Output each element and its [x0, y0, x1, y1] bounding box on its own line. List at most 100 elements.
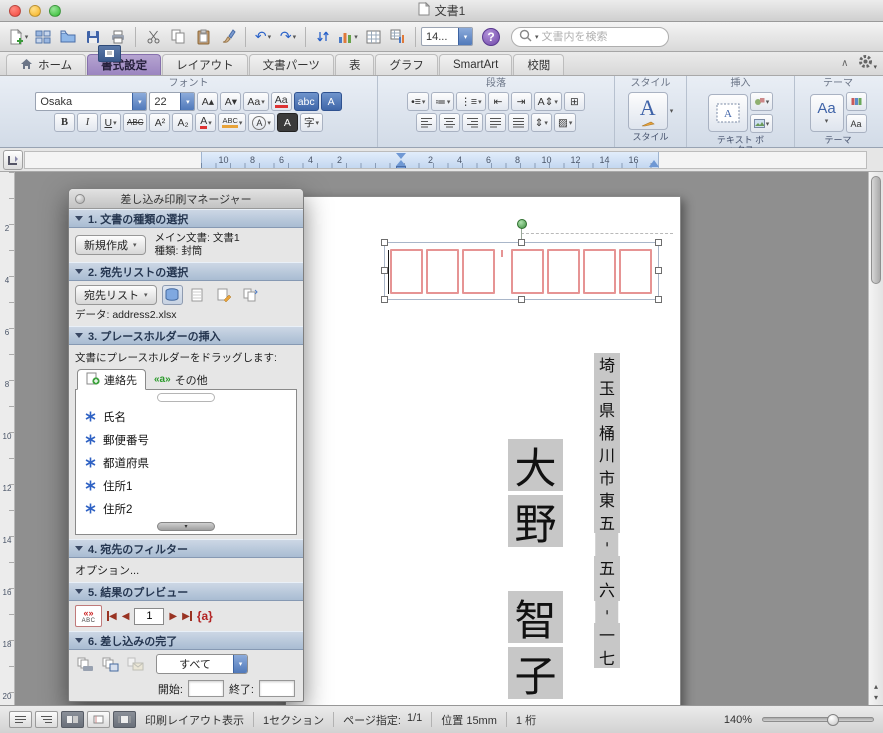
close-window-button[interactable]	[9, 5, 21, 17]
character-spacing-button[interactable]: A⇕▾	[534, 92, 562, 111]
collapse-ribbon-button[interactable]: ∧	[841, 58, 848, 69]
ribbon-settings-button[interactable]: ▾	[858, 54, 877, 72]
reverse-text-button[interactable]: A	[277, 113, 298, 132]
first-record-button[interactable]: ◀	[107, 611, 117, 622]
section-5-header[interactable]: 5. 結果のプレビュー	[69, 582, 303, 601]
postal-digit-box[interactable]	[583, 249, 616, 294]
open-button[interactable]	[56, 24, 80, 50]
scrollbar-thumb[interactable]	[871, 176, 881, 284]
publishing-layout-view-button[interactable]	[61, 711, 84, 728]
tab-home[interactable]: ホーム	[6, 54, 86, 75]
justify-button[interactable]	[485, 113, 506, 132]
table-button[interactable]	[361, 24, 385, 50]
recipient-name-merge-field[interactable]: 大野智子	[508, 439, 563, 703]
multilevel-list-button[interactable]: ⋮≡▾	[456, 92, 485, 111]
bold-button[interactable]: B	[54, 113, 75, 132]
postal-digit-box[interactable]	[619, 249, 652, 294]
enclose-circle-button[interactable]: A▾	[248, 113, 275, 132]
postal-digit-box[interactable]	[426, 249, 459, 294]
align-right-button[interactable]	[462, 113, 483, 132]
subscript-button[interactable]: A₂	[172, 113, 193, 132]
resize-handle-n[interactable]	[518, 239, 525, 246]
zoom-slider[interactable]	[762, 717, 874, 722]
record-number-input[interactable]	[134, 608, 164, 625]
field-codes-toggle[interactable]: {a}	[197, 609, 213, 623]
last-record-button[interactable]: ▶	[182, 611, 192, 622]
postal-digit-box[interactable]	[390, 249, 423, 294]
text-box-button[interactable]: A	[708, 94, 748, 132]
merge-end-input[interactable]	[259, 680, 295, 697]
paste-button[interactable]	[191, 24, 215, 50]
postal-digit-box[interactable]	[547, 249, 580, 294]
styles-button[interactable]: A	[628, 92, 668, 130]
decrease-indent-button[interactable]: ⇤	[488, 92, 509, 111]
highlight-color-button[interactable]: ABC▾	[218, 113, 246, 132]
document-area[interactable]: 埼玉県桶川市東五-五六-一七 大野智子 差し込み印刷マネージャー 1. 文書の種…	[15, 172, 868, 705]
insert-shape-button[interactable]: ▾	[750, 92, 774, 111]
tab-layout[interactable]: レイアウト	[162, 54, 248, 75]
resize-handle-sw[interactable]	[381, 296, 388, 303]
resize-handle-ne[interactable]	[655, 239, 662, 246]
section-2-header[interactable]: 2. 宛先リストの選択	[69, 262, 303, 281]
scroll-up-pill[interactable]	[157, 393, 215, 402]
redo-button[interactable]: ↷▾	[276, 24, 300, 50]
underline-button[interactable]: U▾	[100, 113, 121, 132]
previous-record-button[interactable]: ◀	[122, 611, 130, 622]
remove-duplicates-button[interactable]	[240, 285, 261, 305]
format-painter-button[interactable]	[216, 24, 240, 50]
vertical-scrollbar[interactable]: ▴ ▾	[868, 172, 883, 705]
notebook-layout-view-button[interactable]	[87, 711, 110, 728]
postal-digit-box[interactable]	[462, 249, 495, 294]
help-button[interactable]: ?	[482, 28, 500, 46]
merge-start-input[interactable]	[188, 680, 224, 697]
bullets-button[interactable]: •≡▾	[407, 92, 429, 111]
clear-formatting-button[interactable]: Aa	[271, 92, 292, 111]
new-document-button[interactable]: ▾	[6, 24, 30, 50]
strikethrough-button[interactable]: ABC	[123, 113, 147, 132]
recipient-list-button[interactable]: 宛先リスト▾	[75, 285, 157, 305]
placeholder-item-prefecture[interactable]: 都道府県	[76, 451, 296, 474]
resize-handle-e[interactable]	[655, 267, 662, 274]
font-size-combo[interactable]: 14...▾	[421, 27, 473, 46]
next-record-button[interactable]: ▶	[169, 611, 177, 622]
distribute-text-button[interactable]	[508, 113, 529, 132]
merge-to-document-button[interactable]	[100, 654, 121, 674]
filter-options-button[interactable]: オプション...	[75, 565, 139, 577]
section-4-header[interactable]: 4. 宛先のフィルター	[69, 539, 303, 558]
tab-smartart[interactable]: SmartArt	[439, 54, 512, 75]
open-data-source-button[interactable]	[162, 285, 183, 305]
ribbon-font-size-combo[interactable]: 22▾	[149, 92, 195, 111]
edit-recipients-button[interactable]	[214, 285, 235, 305]
themes-button[interactable]: Aa ▾	[810, 94, 844, 132]
chart-button[interactable]: ▾	[336, 24, 360, 50]
section-6-header[interactable]: 6. 差し込みの完了	[69, 631, 303, 650]
resize-handle-se[interactable]	[655, 296, 662, 303]
view-merged-data-toggle[interactable]: «» ABC	[75, 605, 102, 627]
resize-handle-w[interactable]	[381, 267, 388, 274]
gallery-button[interactable]	[31, 24, 55, 50]
indent-marker[interactable]	[396, 153, 406, 169]
change-case-button[interactable]: Aa▾	[243, 92, 268, 111]
placeholder-item-postal-code[interactable]: 郵便番号	[76, 428, 296, 451]
minimize-window-button[interactable]	[29, 5, 41, 17]
postal-digit-box[interactable]	[511, 249, 544, 294]
align-center-button[interactable]	[439, 113, 460, 132]
print-layout-view-button[interactable]	[98, 45, 121, 62]
cut-button[interactable]	[141, 24, 165, 50]
postal-code-frame-selection[interactable]	[384, 242, 659, 300]
theme-colors-button[interactable]	[846, 92, 867, 111]
tab-stop-selector[interactable]	[3, 150, 23, 170]
draft-view-button[interactable]	[9, 711, 32, 728]
horizontal-ruler[interactable]: 108642 246810121416	[24, 151, 867, 169]
create-new-button[interactable]: 新規作成▾	[75, 235, 146, 255]
merge-to-email-button[interactable]	[125, 654, 146, 674]
scroll-down-pill[interactable]: ▾	[157, 522, 215, 531]
tab-document-parts[interactable]: 文書パーツ	[249, 54, 334, 75]
theme-fonts-button[interactable]: Aa	[846, 114, 867, 133]
scroll-down-button[interactable]: ▾	[874, 694, 878, 702]
numbering-button[interactable]: ≔▾	[431, 92, 454, 111]
character-shading-button[interactable]: abc	[294, 92, 319, 111]
address-merge-field[interactable]: 埼玉県桶川市東五-五六-一七	[594, 353, 620, 668]
panel-close-button[interactable]	[75, 194, 85, 204]
font-name-combo[interactable]: Osaka▾	[35, 92, 147, 111]
